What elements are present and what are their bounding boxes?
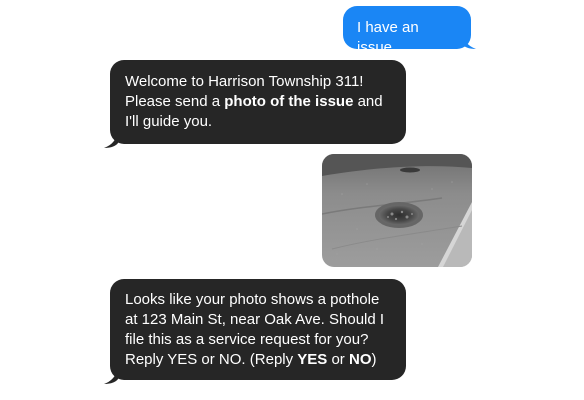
message-text: I have an issue (357, 19, 419, 56)
message-line: Welcome to Harrison Township 311! (125, 73, 364, 90)
message-emphasis: photo of the issue (224, 93, 354, 110)
bubble-tail-icon (462, 33, 476, 49)
message-line: at 123 Main St, near Oak Ave. Should I (125, 311, 385, 328)
message-line: file this as a service request for you? (125, 331, 369, 348)
bubble-tail-icon (104, 368, 118, 384)
message-emphasis: NO (348, 351, 372, 368)
message-fragment: or (327, 351, 349, 368)
message-line: I'll guide you. (125, 113, 213, 130)
message-fragment: ) (371, 351, 377, 368)
message-line: Reply YES or NO. (Reply YES or NO) (125, 350, 391, 370)
message-fragment: Reply YES or NO. (Reply (125, 351, 298, 368)
message-text: Looks like your photo shows a pothole at… (125, 290, 391, 370)
message-line: Please send a photo of the issue and (125, 92, 391, 112)
message-line: Looks like your photo shows a pothole (125, 291, 380, 308)
pothole-photo-icon (322, 154, 472, 267)
message-text: Welcome to Harrison Township 311! Please… (125, 72, 391, 132)
message-fragment: Please send a (125, 93, 225, 110)
incoming-message-bubble[interactable]: Looks like your photo shows a pothole at… (110, 279, 406, 380)
incoming-message-bubble[interactable]: Welcome to Harrison Township 311! Please… (110, 60, 406, 144)
pothole-photo[interactable] (322, 154, 472, 267)
message-emphasis: YES (297, 351, 328, 368)
outgoing-message-bubble[interactable]: I have an issue (343, 6, 471, 56)
bubble-tail-icon (104, 132, 118, 148)
message-fragment: and (353, 93, 383, 110)
